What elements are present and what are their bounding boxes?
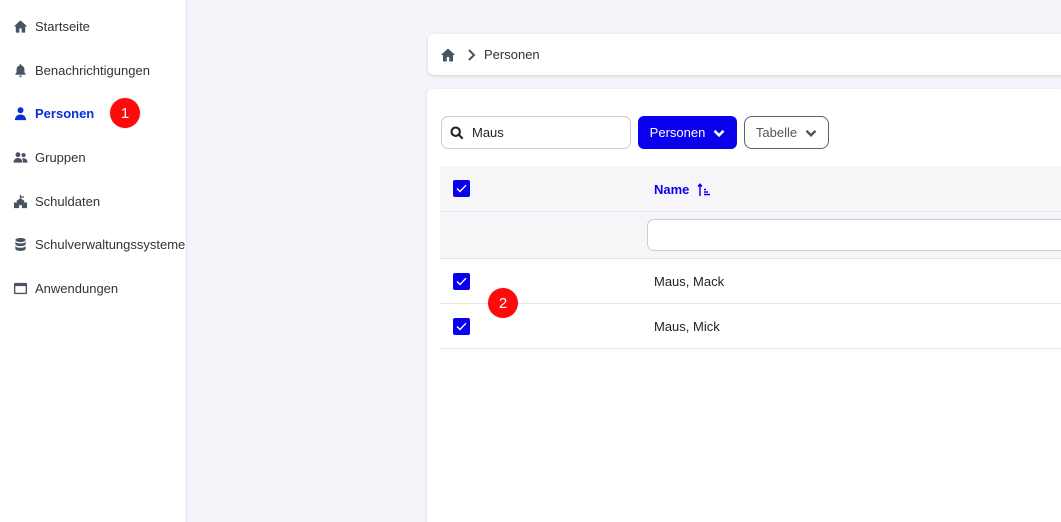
sidebar: Startseite Benachrichtigungen Personen G… — [0, 0, 187, 522]
personen-button-label: Personen — [649, 125, 706, 140]
sidebar-item-personen[interactable]: Personen — [11, 101, 94, 125]
row-checkbox[interactable] — [453, 273, 470, 290]
search-icon — [450, 125, 464, 139]
sort-ascending-icon — [697, 182, 711, 196]
chevron-down-icon — [713, 129, 725, 137]
sidebar-item-label: Schulverwaltungssysteme — [35, 236, 186, 252]
breadcrumb: Personen — [428, 34, 1061, 75]
database-icon — [11, 235, 29, 253]
sidebar-item-anwendungen[interactable]: Anwendungen — [11, 276, 118, 300]
bell-icon — [11, 61, 29, 79]
annotation-marker-1: 1 — [110, 98, 140, 128]
sidebar-item-gruppen[interactable]: Gruppen — [11, 145, 86, 169]
table-row[interactable]: Maus, Mack — [440, 259, 1061, 304]
sidebar-item-label: Gruppen — [35, 149, 86, 165]
name-column-header[interactable]: Name — [654, 182, 711, 197]
table-header: Name — [440, 166, 1061, 212]
sidebar-item-label: Startseite — [35, 18, 90, 34]
name-cell: Maus, Mick — [654, 319, 720, 334]
chevron-right-icon — [466, 48, 476, 61]
sidebar-item-label: Benachrichtigungen — [35, 62, 150, 78]
name-header-label: Name — [654, 182, 690, 197]
school-icon — [11, 192, 29, 210]
name-filter-input[interactable] — [647, 219, 1061, 251]
sidebar-item-label: Anwendungen — [35, 280, 119, 296]
search-field[interactable] — [441, 116, 631, 149]
check-icon — [456, 184, 467, 193]
tabelle-dropdown-button[interactable]: Tabelle — [744, 116, 829, 149]
annotation-marker-2: 2 — [488, 288, 518, 318]
breadcrumb-current: Personen — [484, 47, 540, 62]
tabelle-button-label: Tabelle — [755, 125, 798, 140]
select-all-checkbox[interactable] — [453, 180, 470, 197]
sidebar-item-label: Personen — [35, 105, 95, 121]
person-icon — [11, 104, 29, 122]
table-row[interactable]: Maus, Mick — [440, 304, 1061, 349]
sidebar-item-label: Schuldaten — [35, 193, 101, 209]
sidebar-item-schulverwaltungssysteme[interactable]: Schulverwaltungssysteme — [11, 232, 185, 256]
sidebar-item-schuldaten[interactable]: Schuldaten — [11, 189, 100, 213]
row-checkbox[interactable] — [453, 318, 470, 335]
sidebar-item-benachrichtigungen[interactable]: Benachrichtigungen — [11, 58, 150, 82]
check-icon — [456, 277, 467, 286]
filter-row — [440, 212, 1061, 259]
group-icon — [11, 148, 29, 166]
window-icon — [11, 279, 29, 297]
personen-dropdown-button[interactable]: Personen — [638, 116, 737, 149]
main-panel: Personen Tabelle Name Maus, Mack Maus, M… — [427, 89, 1061, 522]
home-icon[interactable] — [440, 47, 456, 63]
home-icon — [11, 17, 29, 35]
sidebar-item-startseite[interactable]: Startseite — [11, 14, 90, 38]
name-cell: Maus, Mack — [654, 274, 725, 289]
search-input[interactable] — [472, 125, 612, 140]
check-icon — [456, 322, 467, 331]
chevron-down-icon — [805, 129, 817, 137]
